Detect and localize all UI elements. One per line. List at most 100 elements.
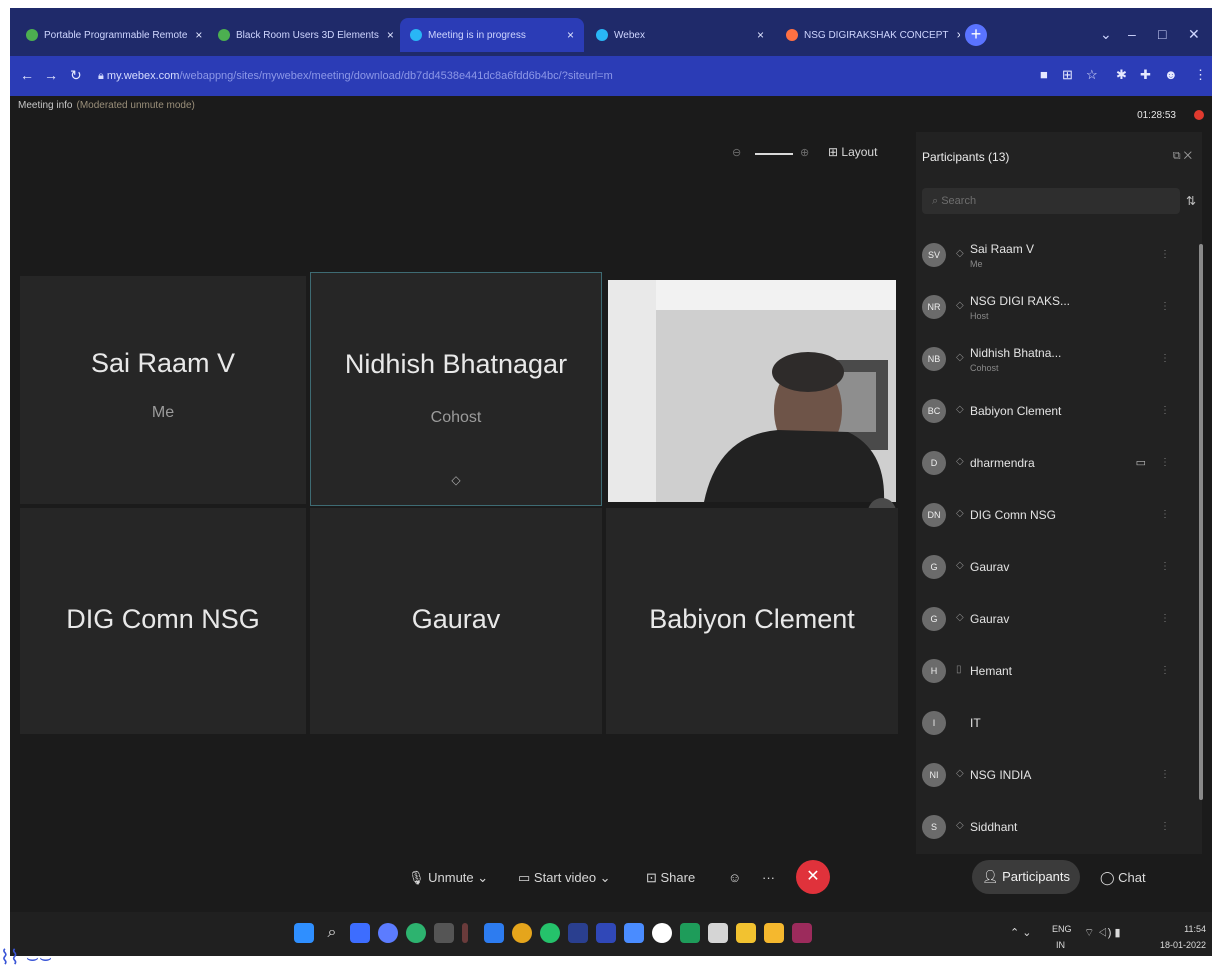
minimize-icon[interactable]: –	[1128, 26, 1136, 42]
participant-row[interactable]: NI ◇ NSG INDIA ⋮	[916, 750, 1186, 800]
back-icon[interactable]: ←	[20, 67, 34, 83]
network-volume-battery-icon[interactable]: ⌔ ◁) ▮	[1084, 928, 1121, 939]
browser-tab-active[interactable]: Meeting is in progress ×	[400, 18, 584, 52]
participant-row[interactable]: SV ◇ Sai Raam V Me ⋮	[916, 230, 1186, 280]
close-tab-icon[interactable]: ×	[559, 28, 574, 42]
chrome-icon[interactable]	[512, 923, 532, 943]
tab-favicon-icon	[786, 29, 798, 41]
browser-tab[interactable]: Webex ×	[586, 18, 774, 52]
participant-video[interactable]	[608, 280, 896, 502]
share-button[interactable]: ⊡ Share	[646, 870, 695, 886]
mic-icon[interactable]: ⋮	[1160, 613, 1170, 624]
app-icon[interactable]	[406, 923, 426, 943]
participants-title: Participants (13)	[922, 150, 1010, 164]
app-icon[interactable]	[708, 923, 728, 943]
close-window-icon[interactable]: ✕	[1188, 26, 1200, 43]
tray-overflow-icon[interactable]: ⌃ ⌄	[1010, 928, 1032, 939]
zoom-out-icon[interactable]: ⊖	[732, 146, 741, 159]
mic-icon[interactable]: ⋮	[1160, 457, 1170, 468]
app-icon[interactable]	[434, 923, 454, 943]
task-view-icon[interactable]	[350, 923, 370, 943]
participant-row[interactable]: S ◇ Siddhant ⋮	[916, 802, 1186, 852]
pin-icon[interactable]: ✚	[1140, 67, 1151, 83]
participant-row[interactable]: NB ◇ Nidhish Bhatna... Cohost ⋮	[916, 334, 1186, 384]
reactions-icon[interactable]: ☺	[728, 870, 741, 885]
whatsapp-icon[interactable]	[540, 923, 560, 943]
panel-popout-close-icon[interactable]: ⧉ ✕	[1173, 150, 1192, 163]
mic-icon[interactable]: ⋮	[1160, 665, 1170, 676]
participant-row[interactable]: DN ◇ DIG Comn NSG ⋮	[916, 490, 1186, 540]
bookmark-star-icon[interactable]: ☆	[1086, 67, 1098, 83]
mic-icon[interactable]: ⋮	[1160, 249, 1170, 260]
new-tab-button[interactable]: +	[965, 24, 987, 46]
participant-row[interactable]: G ◇ Gaurav ⋮	[916, 594, 1186, 644]
start-icon[interactable]	[294, 923, 314, 943]
mic-icon[interactable]: ⋮	[1160, 821, 1170, 832]
photoshop-icon[interactable]	[568, 923, 588, 943]
browser-menu-icon[interactable]: ⋮	[1194, 67, 1207, 83]
participant-row[interactable]: BC ◇ Babiyon Clement ⋮	[916, 386, 1186, 436]
excel-icon[interactable]	[680, 923, 700, 943]
participants-scrollbar[interactable]	[1199, 244, 1203, 800]
participant-row[interactable]: NR ◇ NSG DIGI RAKS... Host ⋮	[916, 282, 1186, 332]
layout-button[interactable]: ⊞ Layout	[828, 145, 877, 159]
video-camera-icon: ▭	[1135, 457, 1146, 469]
video-tile[interactable]: DIG Comn NSG	[20, 508, 306, 734]
browser-tab[interactable]: NSG DIGIRAKSHAK CONCEPT ×	[776, 18, 960, 52]
tab-search-icon[interactable]: ⌄	[1100, 26, 1112, 43]
browser-tab[interactable]: Portable Programmable Remote ×	[16, 18, 206, 52]
video-tile[interactable]: Gaurav	[310, 508, 602, 734]
forward-icon[interactable]: →	[44, 67, 58, 83]
file-explorer-icon[interactable]	[764, 923, 784, 943]
sort-icon[interactable]: ⇅	[1186, 194, 1196, 208]
mic-icon[interactable]: ⋮	[1160, 769, 1170, 780]
participant-row[interactable]: D ◇ dharmendra ▭ ⋮	[916, 438, 1186, 488]
mic-icon[interactable]: ⋮	[1160, 301, 1170, 312]
profile-icon[interactable]: ☻	[1164, 67, 1178, 82]
edge-icon[interactable]	[378, 923, 398, 943]
participants-button[interactable]: 👤︎ Participants	[972, 860, 1080, 894]
extension-icon[interactable]: ■	[1040, 67, 1048, 82]
video-tile[interactable]: Sai Raam V Me	[20, 276, 306, 504]
clock-time: 11:54	[1184, 924, 1206, 934]
close-tab-icon[interactable]: ×	[948, 28, 960, 42]
close-tab-icon[interactable]: ×	[187, 28, 202, 42]
participant-row[interactable]: G ◇ Gaurav ⋮	[916, 542, 1186, 592]
leave-meeting-button[interactable]: ✕	[796, 860, 830, 894]
video-tile-active-speaker[interactable]: Nidhish Bhatnagar Cohost ◇	[310, 272, 602, 506]
language-indicator[interactable]: ENG IN	[1052, 924, 1072, 950]
participant-row[interactable]: H ▯ Hemant ⋮	[916, 646, 1186, 696]
zoom-slider[interactable]	[755, 153, 793, 155]
meeting-info[interactable]: Meeting info (Moderated unmute mode)	[18, 100, 195, 111]
mic-icon[interactable]: ⋮	[1160, 561, 1170, 572]
mic-icon[interactable]: ⋮	[1160, 509, 1170, 520]
webex-icon[interactable]	[652, 923, 672, 943]
screenshot-icon[interactable]: ⊞	[1062, 67, 1073, 83]
share-icon: ⊡	[646, 870, 661, 885]
close-tab-icon[interactable]: ×	[379, 28, 394, 42]
start-video-button[interactable]: ▭ Start video ⌄	[518, 870, 611, 886]
close-tab-icon[interactable]: ×	[749, 28, 764, 42]
app-icon[interactable]	[596, 923, 616, 943]
sticky-notes-icon[interactable]	[736, 923, 756, 943]
mic-icon[interactable]: ⋮	[1160, 353, 1170, 364]
clock[interactable]: 11:54 18-01-2022	[1150, 924, 1206, 950]
zoom-in-icon[interactable]: ⊕	[800, 146, 809, 159]
video-tile[interactable]: Babiyon Clement	[606, 508, 898, 734]
reload-icon[interactable]: ↻	[70, 67, 82, 84]
mic-icon[interactable]: ⋮	[1160, 405, 1170, 416]
app-icon[interactable]	[792, 923, 812, 943]
app-icon[interactable]	[462, 923, 468, 943]
extensions-puzzle-icon[interactable]: ✱	[1116, 67, 1127, 83]
unmute-button[interactable]: 🎙︎ Unmute ⌄	[408, 870, 488, 886]
maximize-icon[interactable]: □	[1158, 26, 1166, 42]
browser-tab[interactable]: Black Room Users 3D Elements ×	[208, 18, 398, 52]
participant-search-input[interactable]: ⌕ Search	[922, 188, 1180, 214]
participant-row[interactable]: I IT	[916, 698, 1186, 748]
word-icon[interactable]	[624, 923, 644, 943]
search-icon[interactable]: ⌕	[322, 923, 342, 943]
chat-button[interactable]: ◯ Chat	[1100, 870, 1146, 886]
vscode-icon[interactable]	[484, 923, 504, 943]
url-field[interactable]: 🔒︎ my.webex.com/webappng/sites/mywebex/m…	[98, 65, 998, 87]
more-options-icon[interactable]: ···	[762, 870, 775, 885]
